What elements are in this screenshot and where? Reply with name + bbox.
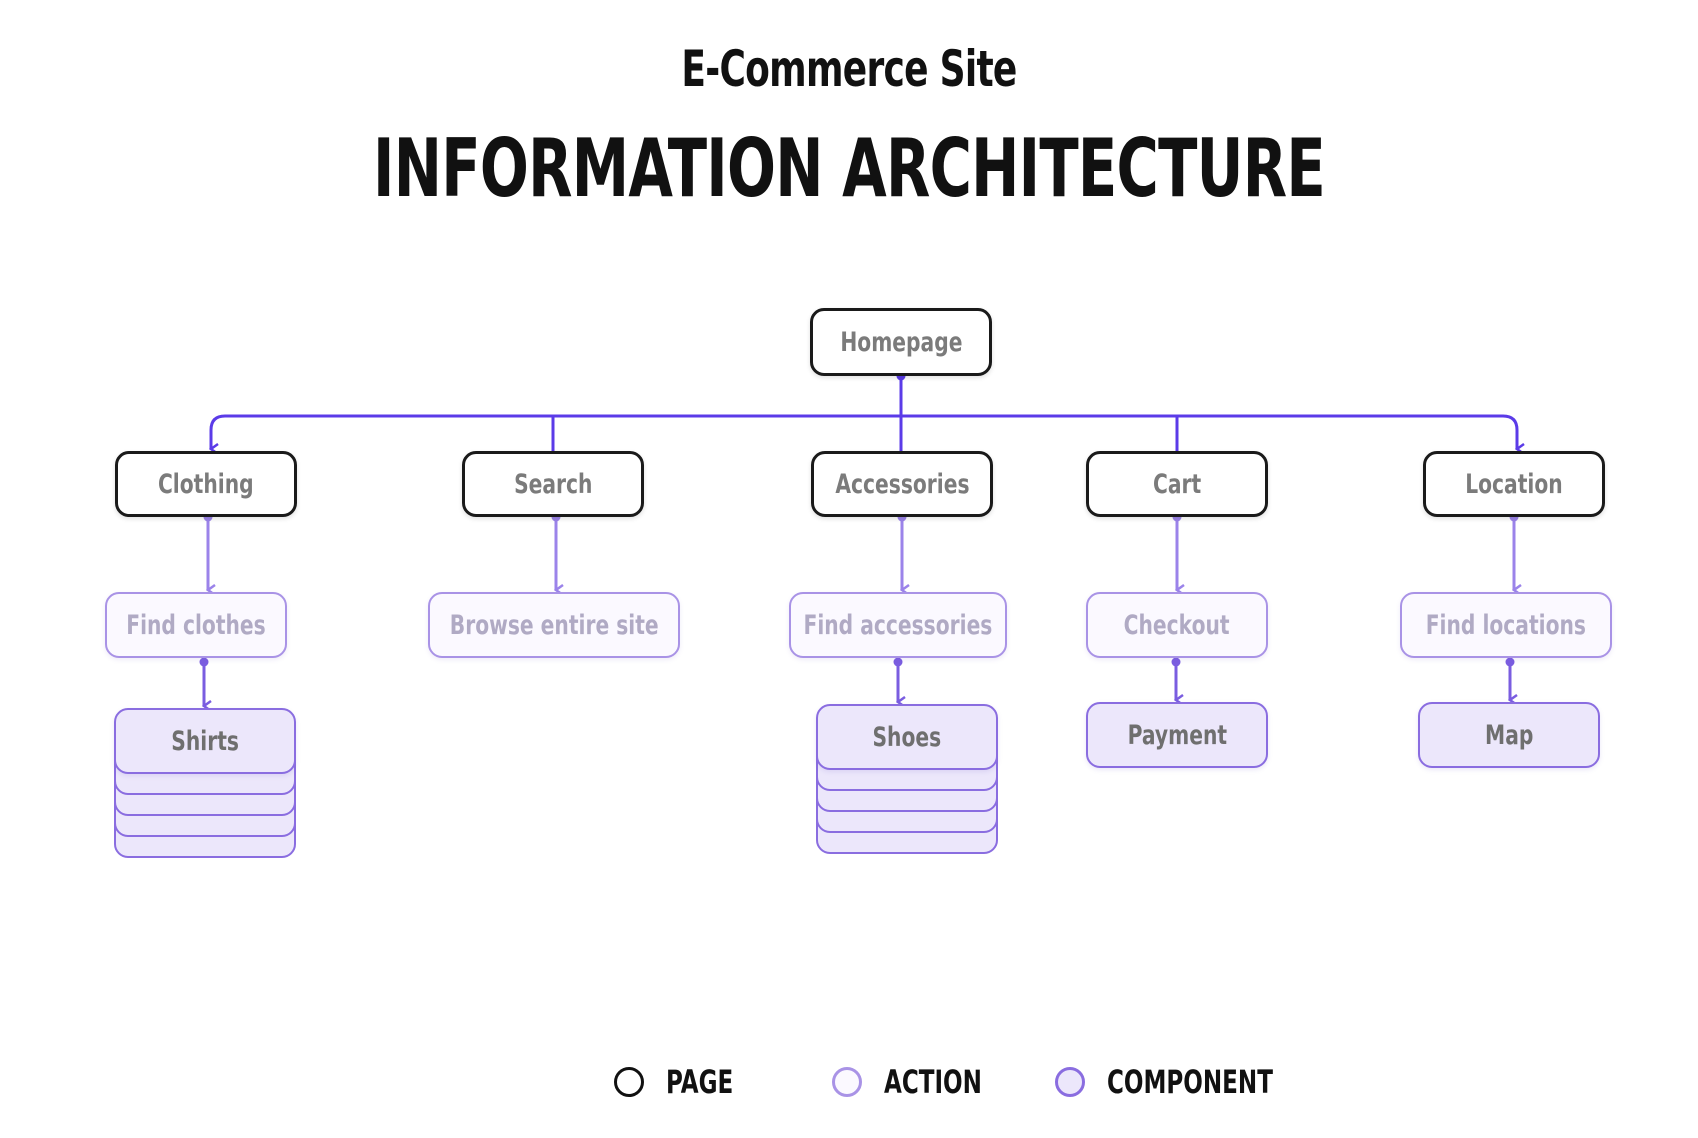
page-node-clothing[interactable]: Clothing: [115, 451, 297, 517]
legend-action-label: ACTION: [884, 1063, 982, 1101]
component-node-label: Map: [1484, 719, 1534, 751]
page-node-label: Homepage: [839, 326, 963, 358]
page-node-homepage[interactable]: Homepage: [810, 308, 992, 376]
component-node-payment[interactable]: Payment: [1086, 702, 1268, 768]
legend-page-label: PAGE: [666, 1063, 734, 1101]
legend-page: PAGE: [614, 1060, 759, 1104]
legend-component: COMPONENT: [1055, 1060, 1337, 1104]
action-node-label: Find accessories: [803, 609, 993, 641]
connector-dot-find-clothes: [199, 657, 209, 667]
connector-dot-find-accessories: [893, 657, 903, 667]
legend-component-label: COMPONENT: [1107, 1063, 1273, 1101]
connector-layer: [199, 371, 1698, 1138]
component-node-label: Shoes: [872, 721, 942, 753]
component-node-shirts[interactable]: Shirts: [114, 708, 296, 774]
page-node-label: Cart: [1152, 468, 1202, 500]
page-node-label: Clothing: [158, 468, 254, 500]
page-node-label: Search: [513, 468, 593, 500]
component-node-map[interactable]: Map: [1418, 702, 1600, 768]
main-connector-bar: [209, 414, 1519, 448]
legend-action: ACTION: [832, 1060, 1020, 1104]
action-node-label: Checkout: [1124, 609, 1230, 641]
page-node-search[interactable]: Search: [462, 451, 644, 517]
action-node-label: Browse entire site: [449, 609, 659, 641]
page-node-label: Accessories: [834, 468, 970, 500]
legend-action-swatch: [832, 1067, 862, 1097]
page-node-label: Location: [1465, 468, 1563, 500]
action-node-find-locations[interactable]: Find locations: [1400, 592, 1612, 658]
page-node-accessories[interactable]: Accessories: [811, 451, 993, 517]
connector-dot-find-locations: [1505, 657, 1515, 667]
page-node-cart[interactable]: Cart: [1086, 451, 1268, 517]
component-node-label: Payment: [1127, 719, 1227, 751]
action-node-find-accessories[interactable]: Find accessories: [789, 592, 1007, 658]
legend-component-swatch: [1055, 1067, 1085, 1097]
action-node-find-clothes[interactable]: Find clothes: [105, 592, 287, 658]
component-node-label: Shirts: [171, 725, 239, 757]
page-node-location[interactable]: Location: [1423, 451, 1605, 517]
action-node-label: Find clothes: [126, 609, 266, 641]
component-node-shoes[interactable]: Shoes: [816, 704, 998, 770]
action-node-checkout[interactable]: Checkout: [1086, 592, 1268, 658]
legend-page-swatch: [614, 1067, 644, 1097]
connector-dot-checkout: [1171, 657, 1181, 667]
action-node-label: Find locations: [1425, 609, 1587, 641]
action-node-browse-entire-site[interactable]: Browse entire site: [428, 592, 680, 658]
